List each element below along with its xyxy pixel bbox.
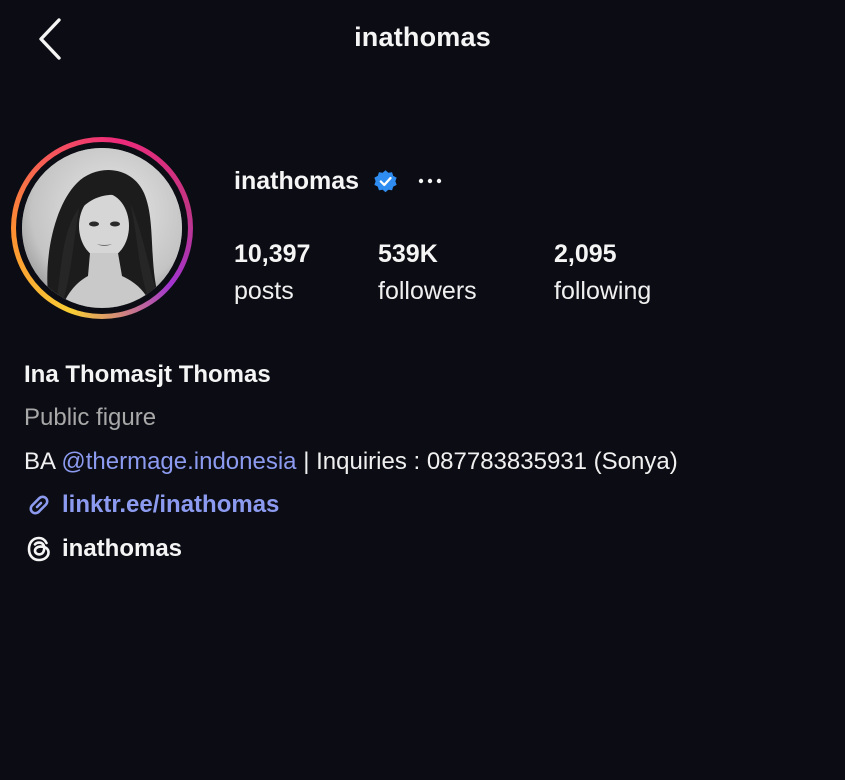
username-row: inathomas	[234, 165, 444, 197]
avatar-photo	[22, 148, 182, 308]
posts-count-label: posts	[234, 277, 294, 305]
category-label: Public figure	[24, 404, 157, 431]
threads-icon	[24, 534, 54, 564]
followers-count-label: followers	[378, 277, 477, 305]
bio-prefix: BA	[24, 448, 62, 475]
threads-username: inathomas	[62, 535, 183, 562]
more-options-button[interactable]	[416, 167, 444, 195]
followers-count-value: 539K	[378, 240, 438, 268]
bio-mention-link[interactable]: @thermage.indonesia	[61, 448, 296, 475]
link-icon	[24, 490, 54, 520]
username: inathomas	[234, 166, 360, 195]
ellipsis-icon	[418, 178, 442, 184]
profile-page: inathomas inathomas 10,397 posts 539K fo…	[0, 0, 845, 780]
following-count[interactable]: 2,095 following	[554, 238, 651, 312]
bio-text: BA @thermage.indonesia | Inquiries : 087…	[24, 445, 678, 479]
threads-link[interactable]: inathomas	[24, 532, 678, 566]
profile-bio: Ina Thomasjt Thomas Public figure BA @th…	[24, 358, 678, 566]
verified-badge-icon	[373, 169, 398, 194]
page-title: inathomas	[354, 22, 491, 52]
external-link-text: linktr.ee/inathomas	[62, 491, 280, 518]
following-count-label: following	[554, 277, 652, 305]
bio-suffix: | Inquiries : 087783835931 (Sonya)	[296, 448, 678, 475]
avatar-story-ring[interactable]	[11, 137, 193, 319]
followers-count[interactable]: 539K followers	[378, 238, 477, 312]
external-link[interactable]: linktr.ee/inathomas	[24, 488, 678, 522]
following-count-value: 2,095	[554, 240, 617, 268]
posts-count-value: 10,397	[234, 240, 311, 268]
avatar[interactable]	[22, 148, 182, 308]
posts-count[interactable]: 10,397 posts	[234, 238, 310, 312]
full-name: Ina Thomasjt Thomas	[24, 361, 271, 388]
